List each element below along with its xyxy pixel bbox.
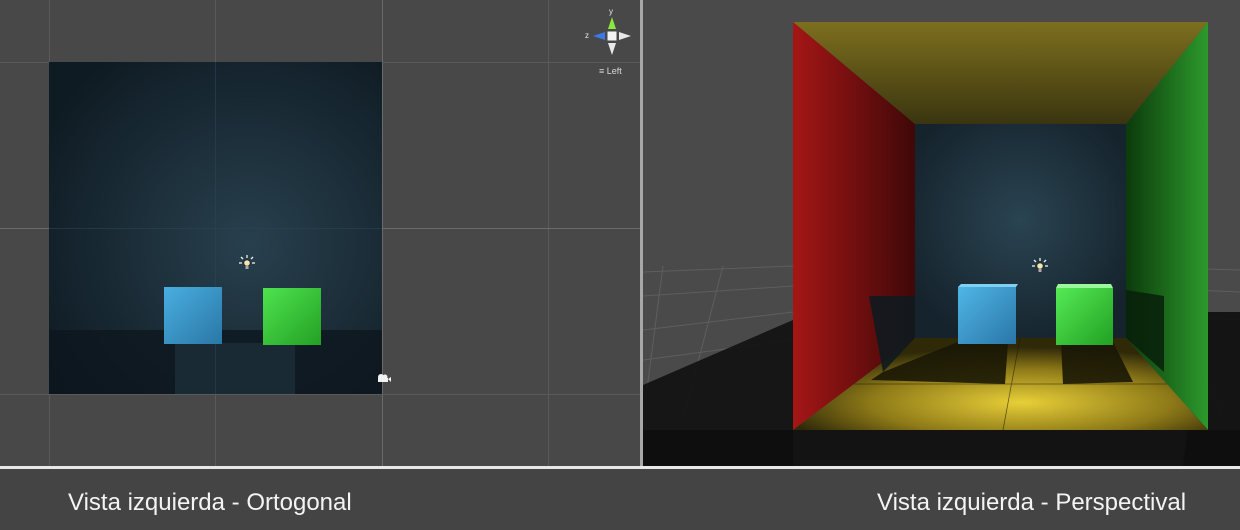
- perspective-scene-graphic: [643, 22, 1240, 466]
- hamburger-menu-icon: ≡: [599, 66, 605, 76]
- caption-perspective: Vista izquierda - Perspectival: [877, 489, 1187, 516]
- green-cube-3d: [1056, 288, 1113, 345]
- blue-cube: [164, 287, 222, 344]
- view-label-text: Left: [606, 66, 622, 76]
- gizmo-y-label: y: [609, 7, 613, 16]
- caption-orthographic: Vista izquierda - Ortogonal: [68, 489, 352, 516]
- scene-view-perspective[interactable]: [643, 0, 1240, 466]
- green-cube: [263, 288, 321, 345]
- gizmo-y-axis: [608, 17, 616, 29]
- gizmo-z-label: z: [585, 31, 589, 40]
- orientation-gizmo: [593, 17, 631, 55]
- gizmo-z-axis: [593, 32, 605, 40]
- view-mode-label[interactable]: ≡ Left: [599, 66, 622, 76]
- camera-icon: [378, 374, 391, 382]
- blue-cube-3d: [958, 287, 1016, 344]
- ortho-light-patch: [175, 343, 295, 394]
- scene-view-orthographic[interactable]: y z ≡ Left: [0, 0, 640, 466]
- ortho-scene-graphic: [49, 17, 631, 394]
- caption-bar: Vista izquierda - Ortogonal Vista izquie…: [0, 469, 1240, 530]
